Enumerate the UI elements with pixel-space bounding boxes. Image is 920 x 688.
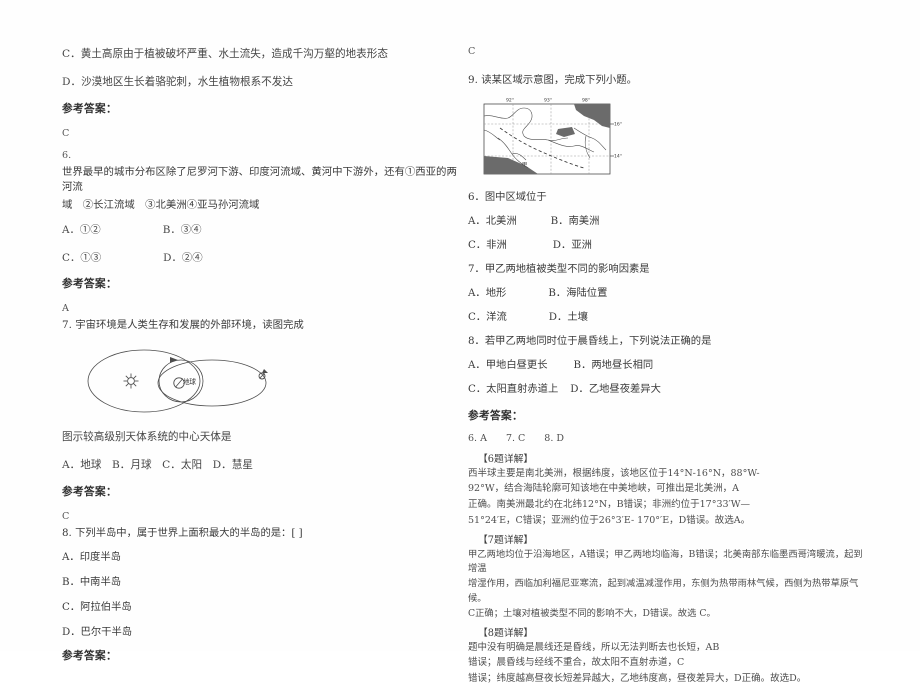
- explanation6-heading: 【6题详解】: [478, 453, 534, 465]
- right-question6-option-a: A．北美洲: [468, 215, 517, 227]
- left-column: C．黄土高原由于植被破坏严重、水土流失，造成千沟万壑的地表形态 D．沙漠地区生长…: [62, 46, 462, 663]
- question8-option-a: A．印度半岛: [62, 551, 121, 563]
- question6-option-c: C．①③: [62, 251, 102, 264]
- question5-option-c: C．黄土高原由于植被破坏严重、水土流失，造成千沟万壑的地表形态: [62, 48, 388, 60]
- right-question8-stem: 8．若甲乙两地同时位于晨昏线上，下列说法正确的是: [468, 335, 712, 347]
- question6-option-a: A．①②: [62, 224, 101, 236]
- map-lon-label-3: 98°: [582, 98, 590, 104]
- question8-option-b: B．中南半岛: [62, 576, 122, 588]
- right-question6-options-row1: A．北美洲 B．南美洲: [468, 212, 868, 227]
- explanation8-heading: 【8题详解】: [478, 627, 534, 639]
- question6-options-row2: C．①③ D．②④: [62, 249, 462, 264]
- explanation7-line1: 甲乙两地均位于沿海地区，A错误；甲乙两地均临海，B错误；北美南部东临墨西哥湾暖流…: [468, 548, 863, 574]
- explanation8-line1: 题中没有明确是晨线还是昏线，所以无法判断去也长短，AB: [468, 641, 720, 653]
- question6-options-row1: A．①② B．③④: [62, 221, 462, 236]
- earth-label: 地球: [183, 378, 196, 386]
- right-answer-values: 6. A 7. C 8. D: [468, 433, 564, 444]
- map-lon-label-2: 93°: [544, 98, 552, 104]
- explanation7-line3: C正确；土壤对植被类型不同的影响不大，D错误。故选 C。: [468, 608, 716, 620]
- right-question8-options-row1: A．甲地白昼更长 B．两地昼长相同: [468, 356, 868, 371]
- right-answer-value-top: C: [468, 46, 476, 57]
- question6-stem-line1: 世界最早的城市分布区除了尼罗河下游、印度河流域、黄河中下游外，还有①西亚的两河流: [62, 166, 457, 193]
- question7-stem: 7. 宇宙环境是人类生存和发展的外部环境，读图完成: [62, 319, 304, 331]
- right-question8-options-row2: C．太阳直射赤道上 D．乙地昼夜差异大: [468, 380, 868, 395]
- question6-option-b: B．③④: [162, 224, 202, 236]
- right-answer-label: 参考答案：: [468, 410, 523, 422]
- right-question7-option-b: B．海陆位置: [548, 287, 608, 299]
- right-question7-option-a: A．地形: [468, 287, 507, 299]
- answer-value-2: A: [62, 303, 69, 314]
- explanation6-line2: 92°W，结合海陆轮廓可知该地在中美地峡，可推出是北美洲，A: [468, 483, 739, 495]
- answer-label-2: 参考答案：: [62, 278, 117, 290]
- answer-label-3: 参考答案：: [62, 486, 117, 498]
- right-question6-option-b: B．南美洲: [550, 215, 600, 227]
- explanation6-line4: 51°24′E，C错误；亚洲约位于26°3′E- 170°′E，D错误。故选A。: [468, 514, 751, 526]
- explanation8-line2: 错误；晨昏线与经线不重合，故太阳不直射赤道，C: [468, 657, 685, 669]
- map-lat-label-2: 14°: [614, 154, 622, 160]
- question5-option-d: D．沙漠地区生长着骆驼刺，水生植物根系不发达: [62, 75, 293, 88]
- question8-option-d: D．巴尔干半岛: [62, 626, 133, 638]
- map-marker-jia: 甲: [522, 161, 527, 168]
- celestial-orbit-diagram: 地球: [78, 345, 308, 417]
- right-question7-stem: 7．甲乙两地植被类型不同的影响因素是: [468, 263, 650, 275]
- explanation6-line3: 正确。南美洲最北约在北纬12°N，B错误；非洲约位于17°33′W—: [468, 499, 750, 511]
- question6-number: 6.: [62, 150, 72, 161]
- map-lat-label-1: 16°: [614, 122, 622, 128]
- right-question7-options-row1: A．地形 B．海陆位置: [468, 284, 868, 299]
- right-column: C 9. 读某区域示意图，完成下列小题。 甲 92° 93° 98° 16° 1…: [468, 46, 868, 688]
- question8-option-c: C．阿拉伯半岛: [62, 601, 132, 613]
- right-question7-option-c: C．洋流: [468, 311, 507, 323]
- right-question8-option-d: D．乙地昼夜差异大: [570, 383, 661, 395]
- answer-value-3: C: [62, 511, 70, 522]
- right-question6-stem: 6．图中区域位于: [468, 191, 547, 203]
- answer-label-4: 参考答案：: [62, 650, 117, 662]
- question7-options: A．地球 B．月球 C．太阳 D．慧星: [62, 458, 253, 471]
- right-question6-options-row2: C．非洲 D．亚洲: [468, 236, 868, 251]
- region-map: 甲 92° 93° 98° 16° 14°: [478, 94, 638, 178]
- map-lon-label-1: 92°: [506, 98, 514, 104]
- question7-prompt: 图示较高级别天体系统的中心天体是: [62, 431, 232, 443]
- document-page: C．黄土高原由于植被破坏严重、水土流失，造成千沟万壑的地表形态 D．沙漠地区生长…: [0, 0, 920, 684]
- right-question7-options-row2: C．洋流 D．土壤: [468, 308, 868, 323]
- right-question7-option-d: D．土壤: [548, 311, 588, 323]
- explanation6-line1: 西半球主要是南北美洲，根据纬度，该地区位于14°N-16°N，88°W-: [468, 467, 760, 479]
- right-question6-option-d: D．亚洲: [552, 239, 592, 251]
- explanation8-line3: 错误；纬度越高昼夜长短差异越大，乙地纬度高，昼夜差异大，D正确。故选D。: [468, 673, 807, 685]
- right-question8-option-b: B．两地昼长相同: [573, 359, 654, 371]
- question8-stem: 8. 下列半岛中，属于世界上面积最大的半岛的是：[ ]: [62, 527, 303, 539]
- question9-stem: 9. 读某区域示意图，完成下列小题。: [468, 74, 638, 86]
- explanation7-heading: 【7题详解】: [478, 534, 534, 546]
- answer-label-1: 参考答案：: [62, 103, 117, 115]
- right-question8-option-a: A．甲地白昼更长: [468, 359, 548, 371]
- answer-value-1: C: [62, 128, 70, 139]
- sun-icon: [123, 373, 139, 389]
- right-question6-option-c: C．非洲: [468, 239, 507, 251]
- explanation7-line2: 增湿作用，西临加利福尼亚寒流，起到减温减湿作用，东侧为热带雨林气候，西侧为热带草…: [468, 578, 859, 604]
- right-question8-option-c: C．太阳直射赤道上: [468, 383, 559, 395]
- question6-stem-line2: 域 ②长江流域 ③北美洲④亚马孙河流域: [62, 199, 260, 211]
- question6-option-d: D．②④: [163, 251, 203, 264]
